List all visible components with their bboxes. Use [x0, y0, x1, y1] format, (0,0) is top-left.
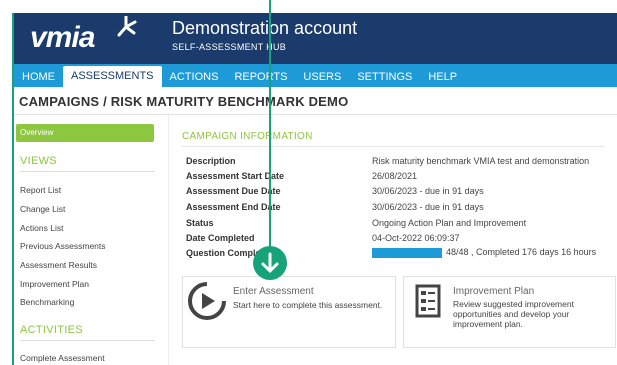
campaign-info-heading: CAMPAIGN INFORMATION — [182, 131, 313, 142]
value-date-completed: 04-Oct-2022 06:09:37 — [372, 233, 460, 243]
enter-assessment-description: Start here to complete this assessment. — [233, 300, 383, 310]
value-status: Ongoing Action Plan and Improvement — [372, 218, 527, 228]
nav-home[interactable]: HOME — [14, 67, 63, 87]
enter-assessment-title[interactable]: Enter Assessment — [233, 286, 314, 297]
logo-star-icon — [117, 16, 137, 37]
document-list-icon — [415, 284, 441, 318]
sidebar-item-previous-assessments[interactable]: Previous Assessments — [20, 241, 106, 251]
nav-settings[interactable]: SETTINGS — [349, 67, 420, 87]
label-end-date: Assessment End Date — [186, 202, 281, 212]
sidebar-item-change-list[interactable]: Change List — [20, 204, 65, 214]
sidebar-item-complete-assessment[interactable]: Complete Assessment — [20, 353, 105, 363]
main-nav: HOME ASSESSMENTS ACTIONS REPORTS USERS S… — [12, 64, 617, 87]
value-end-date: 30/06/2023 - due in 91 days — [372, 202, 484, 212]
label-date-completed: Date Completed — [186, 233, 255, 243]
views-divider — [20, 171, 154, 172]
annotation-line-left — [12, 13, 14, 365]
campaign-info-divider — [182, 146, 604, 147]
progress-text: 48/48 , Completed 176 days 16 hours — [446, 247, 597, 257]
value-start-date: 26/08/2021 — [372, 171, 418, 181]
value-description: Risk maturity benchmark VMIA test and de… — [372, 156, 590, 166]
annotation-arrow-down-icon — [253, 246, 287, 280]
nav-users[interactable]: USERS — [295, 67, 349, 87]
sidebar-item-overview[interactable]: Overview — [16, 124, 154, 142]
vmia-logo[interactable]: vmia — [30, 21, 95, 55]
nav-actions[interactable]: ACTIONS — [162, 67, 227, 87]
enter-assessment-card[interactable]: Enter Assessment Start here to complete … — [182, 276, 396, 348]
progress-fill — [372, 248, 442, 258]
sidebar-item-report-list[interactable]: Report List — [20, 185, 61, 195]
question-completion-progress — [372, 248, 442, 258]
account-title: Demonstration account — [172, 18, 358, 38]
sidebar-item-improvement-plan[interactable]: Improvement Plan — [20, 279, 89, 289]
label-status: Status — [186, 218, 214, 228]
annotation-line-pointer — [269, 0, 271, 248]
nav-help[interactable]: HELP — [420, 67, 465, 87]
breadcrumb: CAMPAIGNS / RISK MATURITY BENCHMARK DEMO — [19, 94, 349, 109]
app-header: vmia Demonstration account SELF-ASSESSME… — [12, 13, 617, 64]
nav-reports[interactable]: REPORTS — [226, 67, 295, 87]
sidebar: Overview VIEWS Report List Change List A… — [12, 115, 169, 365]
activities-heading: ACTIVITIES — [20, 324, 83, 336]
improvement-plan-card[interactable]: Improvement Plan Review suggested improv… — [403, 276, 616, 348]
sidebar-item-actions-list[interactable]: Actions List — [20, 223, 63, 233]
value-due-date: 30/06/2023 - due in 91 days — [372, 186, 484, 196]
views-heading: VIEWS — [20, 155, 57, 167]
play-circle-icon — [188, 282, 226, 320]
label-due-date: Assessment Due Date — [186, 186, 281, 196]
sidebar-item-benchmarking[interactable]: Benchmarking — [20, 297, 74, 307]
sidebar-item-assessment-results[interactable]: Assessment Results — [20, 260, 97, 270]
nav-assessments[interactable]: ASSESSMENTS — [63, 66, 162, 87]
label-description: Description — [186, 156, 236, 166]
improvement-plan-title[interactable]: Improvement Plan — [453, 286, 534, 297]
activities-divider — [20, 340, 154, 341]
improvement-plan-description: Review suggested improvement opportuniti… — [453, 299, 574, 329]
